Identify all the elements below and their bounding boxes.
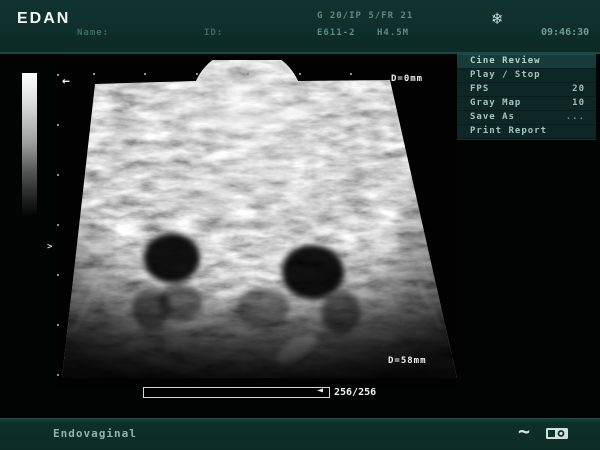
menu-title: Cine Review <box>457 54 596 69</box>
menu-item-fps[interactable]: FPS 20 <box>457 83 596 97</box>
menu-item-label: Gray Map <box>470 97 521 110</box>
cine-frame-counter: 256/256 <box>334 387 376 398</box>
menu-item-value: ... <box>566 111 585 124</box>
ruler-tick <box>350 73 352 75</box>
orientation-arrow-icon: ← <box>62 74 70 89</box>
patient-id-label: ID: <box>204 28 223 38</box>
status-bar: Endovaginal ~ <box>0 418 600 450</box>
menu-item-label: Play / Stop <box>470 69 541 82</box>
menu-item-label: Save As <box>470 111 515 124</box>
frequency-value: H4.5M <box>377 28 409 38</box>
probe-type-label: Endovaginal <box>53 427 137 440</box>
menu-title-label: Cine Review <box>470 55 541 68</box>
depth-tick <box>57 124 59 126</box>
cine-review-menu: Cine Review Play / Stop FPS 20 Gray Map … <box>457 54 596 140</box>
cine-scrollbar[interactable] <box>143 387 330 398</box>
probe-model: E611-2 <box>317 28 356 38</box>
freeze-snowflake-icon: ❄ <box>492 9 502 29</box>
menu-item-save-as[interactable]: Save As ... <box>457 111 596 125</box>
ultrasound-screen: EDAN Name: ID: G 20/IP 5/FR 21 E611-2 H4… <box>0 0 600 450</box>
ruler-tick <box>299 73 301 75</box>
depth-end-label: D=58mm <box>388 356 427 366</box>
ultrasound-image <box>55 60 460 390</box>
menu-item-label: FPS <box>470 83 489 96</box>
depth-tick <box>57 174 59 176</box>
ruler-tick <box>93 73 95 75</box>
ac-power-icon: ~ <box>518 419 530 443</box>
depth-tick <box>57 324 59 326</box>
menu-item-label: Print Report <box>470 125 547 138</box>
ruler-tick <box>196 73 198 75</box>
menu-item-print-report[interactable]: Print Report <box>457 125 596 139</box>
depth-start-label: D=0mm <box>391 74 423 84</box>
system-clock: 09:46:30 <box>541 27 589 38</box>
depth-tick <box>57 74 59 76</box>
depth-tick <box>57 374 59 376</box>
cine-cursor-icon[interactable]: ◄ <box>317 385 323 396</box>
menu-item-value: 10 <box>572 97 585 110</box>
edan-logo: EDAN <box>17 10 70 28</box>
menu-item-gray-map[interactable]: Gray Map 10 <box>457 97 596 111</box>
imaging-parameters: G 20/IP 5/FR 21 <box>317 11 413 21</box>
ruler-tick <box>247 73 249 75</box>
grayscale-reference-bar <box>22 73 37 218</box>
depth-tick <box>57 274 59 276</box>
header-bar: EDAN Name: ID: G 20/IP 5/FR 21 E611-2 H4… <box>0 0 600 54</box>
menu-item-value: 20 <box>572 83 585 96</box>
ruler-tick <box>144 73 146 75</box>
depth-tick <box>57 224 59 226</box>
menu-item-play-stop[interactable]: Play / Stop <box>457 69 596 83</box>
patient-name-label: Name: <box>77 28 109 38</box>
printer-icon <box>545 425 569 441</box>
focus-position-marker: > <box>47 242 52 252</box>
